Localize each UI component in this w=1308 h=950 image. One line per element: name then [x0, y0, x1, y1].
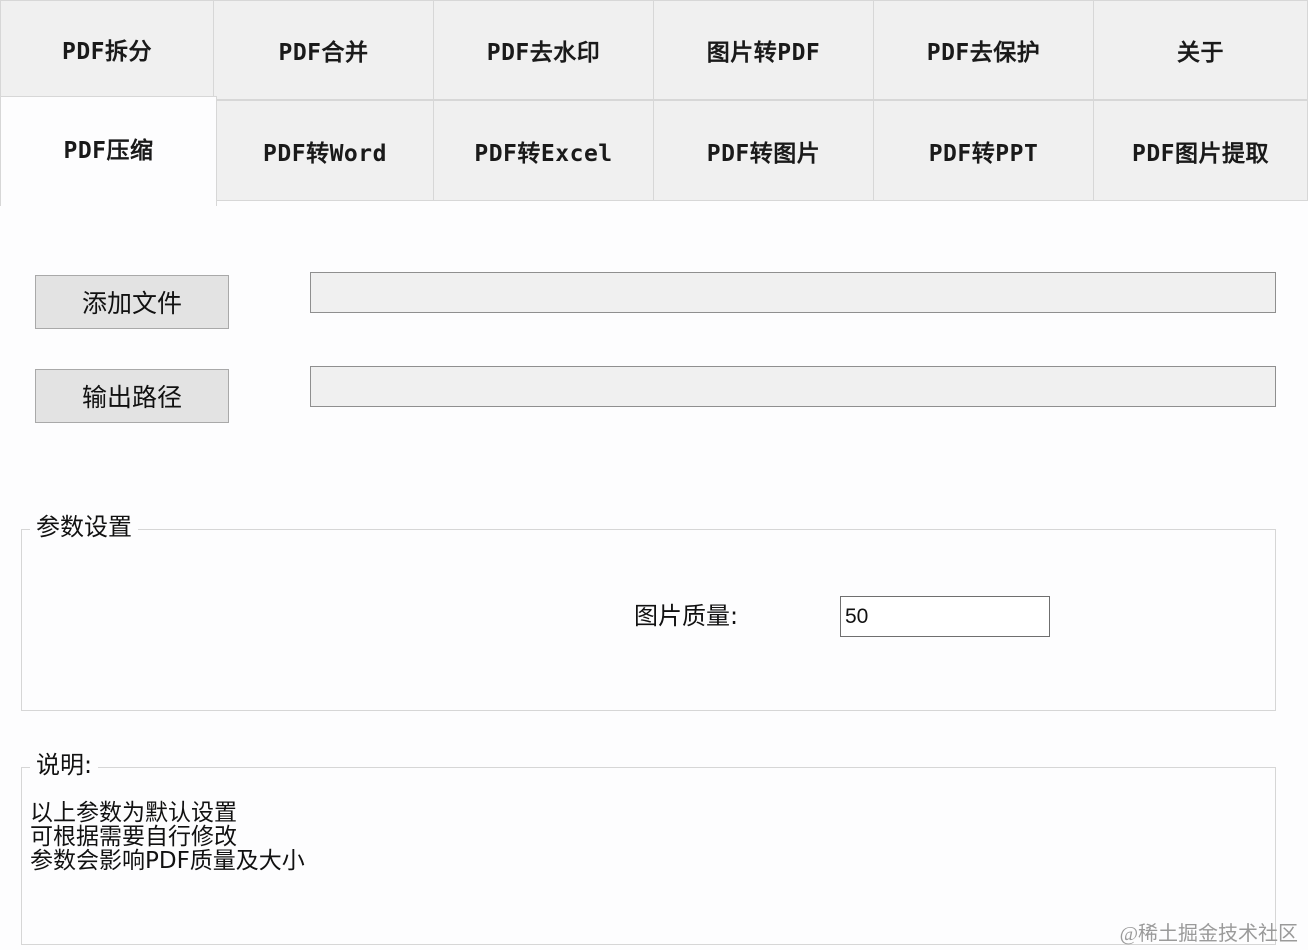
pdf-tool-window: PDF拆分 PDF合并 PDF去水印 图片转PDF PDF去保护 关于 PDF压…	[0, 0, 1308, 950]
output-path-button[interactable]: 输出路径	[35, 369, 229, 423]
output-path-field[interactable]	[310, 366, 1276, 407]
tab-pdf-to-ppt[interactable]: PDF转PPT	[873, 100, 1094, 201]
tab-pdf-to-image[interactable]: PDF转图片	[653, 100, 874, 201]
add-file-button[interactable]: 添加文件	[35, 275, 229, 329]
tab-pdf-split[interactable]: PDF拆分	[0, 0, 214, 98]
tab-image-to-pdf[interactable]: 图片转PDF	[653, 0, 874, 100]
params-group-title: 参数设置	[30, 512, 138, 542]
tab-pdf-to-word[interactable]: PDF转Word	[216, 100, 434, 201]
tab-about[interactable]: 关于	[1093, 0, 1308, 100]
tab-pdf-remove-protection[interactable]: PDF去保护	[873, 0, 1094, 100]
image-quality-label: 图片质量:	[634, 602, 739, 630]
notes-line-2: 可根据需要自行修改	[30, 824, 237, 850]
tab-pdf-merge[interactable]: PDF合并	[213, 0, 434, 100]
image-quality-input[interactable]	[840, 596, 1050, 637]
notes-group-title: 说明:	[30, 750, 99, 780]
watermark-text: @稀土掘金技术社区	[1119, 923, 1298, 945]
tab-pdf-image-extract[interactable]: PDF图片提取	[1093, 100, 1308, 201]
notes-line-1: 以上参数为默认设置	[30, 800, 237, 826]
input-path-field[interactable]	[310, 272, 1276, 313]
tab-pdf-to-excel[interactable]: PDF转Excel	[433, 100, 654, 201]
tab-pdf-compress[interactable]: PDF压缩	[0, 96, 217, 206]
tab-pdf-remove-watermark[interactable]: PDF去水印	[433, 0, 654, 100]
notes-line-3: 参数会影响PDF质量及大小	[30, 848, 305, 874]
